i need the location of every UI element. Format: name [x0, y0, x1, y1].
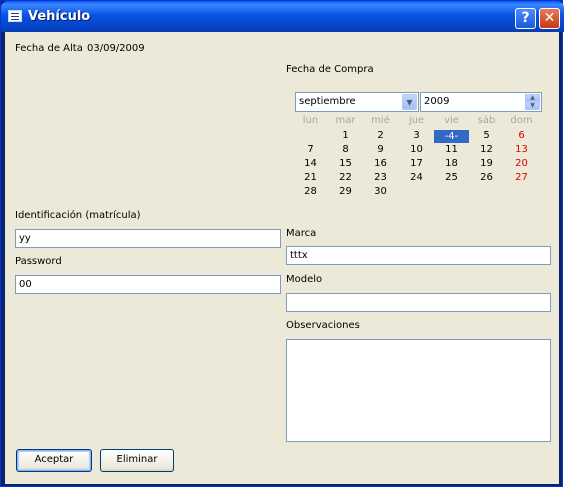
month-value: septiembre — [299, 96, 356, 107]
calendar-day[interactable]: 15 — [328, 158, 363, 169]
marca-input[interactable]: tttx — [286, 246, 551, 265]
calendar-day[interactable]: -4- — [434, 130, 469, 143]
calendar-day[interactable]: 10 — [399, 144, 434, 155]
weekday-header: dom — [510, 115, 533, 126]
calendar-day[interactable]: 11 — [434, 144, 469, 155]
chevron-down-icon[interactable]: ▼ — [402, 94, 417, 110]
year-spinner[interactable]: 2009 ▲ ▼ — [420, 92, 542, 112]
weekday-header: mié — [371, 115, 390, 126]
calendar-day[interactable]: 29 — [328, 186, 363, 197]
spin-up-icon[interactable]: ▲ — [525, 94, 540, 102]
year-value: 2009 — [424, 96, 450, 107]
calendar-day[interactable]: 7 — [293, 144, 328, 155]
form-icon — [8, 10, 22, 22]
title-bar[interactable]: Vehículo ? ✕ — [1, 1, 564, 32]
calendar-day[interactable]: 3 — [399, 130, 434, 141]
calendar-day[interactable]: 6 — [504, 130, 539, 141]
password-input[interactable]: 00 — [15, 275, 281, 294]
calendar-day[interactable]: 20 — [504, 158, 539, 169]
weekday-header: lun — [302, 115, 319, 126]
modelo-label: Modelo — [286, 274, 323, 285]
close-icon: ✕ — [543, 10, 556, 26]
eliminar-button[interactable]: Eliminar — [100, 449, 174, 472]
calendar-day[interactable]: 27 — [504, 172, 539, 183]
weekday-header: vie — [444, 115, 459, 126]
weekday-header: jue — [408, 115, 425, 126]
calendar-day[interactable]: 28 — [293, 186, 328, 197]
calendar-day[interactable]: 12 — [469, 144, 504, 155]
marca-label: Marca — [286, 228, 317, 239]
weekday-header: sáb — [477, 115, 496, 126]
calendar-day[interactable]: 8 — [328, 144, 363, 155]
calendar-day[interactable]: 22 — [328, 172, 363, 183]
calendar-day[interactable]: 14 — [293, 158, 328, 169]
close-button[interactable]: ✕ — [539, 8, 560, 29]
calendar-day[interactable]: 19 — [469, 158, 504, 169]
password-label: Password — [15, 256, 62, 267]
help-button[interactable]: ? — [515, 8, 536, 29]
dialog-body: Fecha de Alta 03/09/2009 Fecha de Compra… — [5, 32, 559, 484]
vehiculo-window: Vehículo ? ✕ Fecha de Alta 03/09/2009 Fe… — [0, 0, 564, 487]
aceptar-button[interactable]: Aceptar — [16, 449, 92, 472]
observaciones-label: Observaciones — [286, 320, 360, 331]
calendar-day[interactable]: 13 — [504, 144, 539, 155]
modelo-input[interactable] — [286, 293, 551, 312]
observaciones-textarea[interactable] — [286, 339, 551, 442]
calendar-day[interactable]: 26 — [469, 172, 504, 183]
fecha-alta-label: Fecha de Alta — [15, 43, 83, 54]
identificacion-label: Identificación (matrícula) — [15, 210, 141, 221]
spin-down-icon[interactable]: ▼ — [525, 102, 540, 110]
calendar-day[interactable]: 18 — [434, 158, 469, 169]
fecha-compra-label: Fecha de Compra — [286, 64, 374, 75]
calendar-day[interactable]: 24 — [399, 172, 434, 183]
question-icon: ? — [521, 10, 530, 26]
calendar-day[interactable]: 2 — [363, 130, 398, 141]
identificacion-input[interactable]: yy — [15, 229, 281, 248]
fecha-alta-value: 03/09/2009 — [87, 43, 145, 54]
calendar-day[interactable]: 21 — [293, 172, 328, 183]
calendar-day[interactable]: 23 — [363, 172, 398, 183]
calendar-day[interactable]: 25 — [434, 172, 469, 183]
calendar-day[interactable]: 9 — [363, 144, 398, 155]
calendar-day[interactable]: 17 — [399, 158, 434, 169]
weekday-header: mar — [335, 115, 356, 126]
window-title: Vehículo — [28, 9, 91, 24]
calendar-day[interactable]: 16 — [363, 158, 398, 169]
calendar-day[interactable]: 5 — [469, 130, 504, 141]
month-select[interactable]: septiembre ▼ — [295, 92, 419, 112]
calendar-day[interactable]: 1 — [328, 130, 363, 141]
calendar-day[interactable]: 30 — [363, 186, 398, 197]
